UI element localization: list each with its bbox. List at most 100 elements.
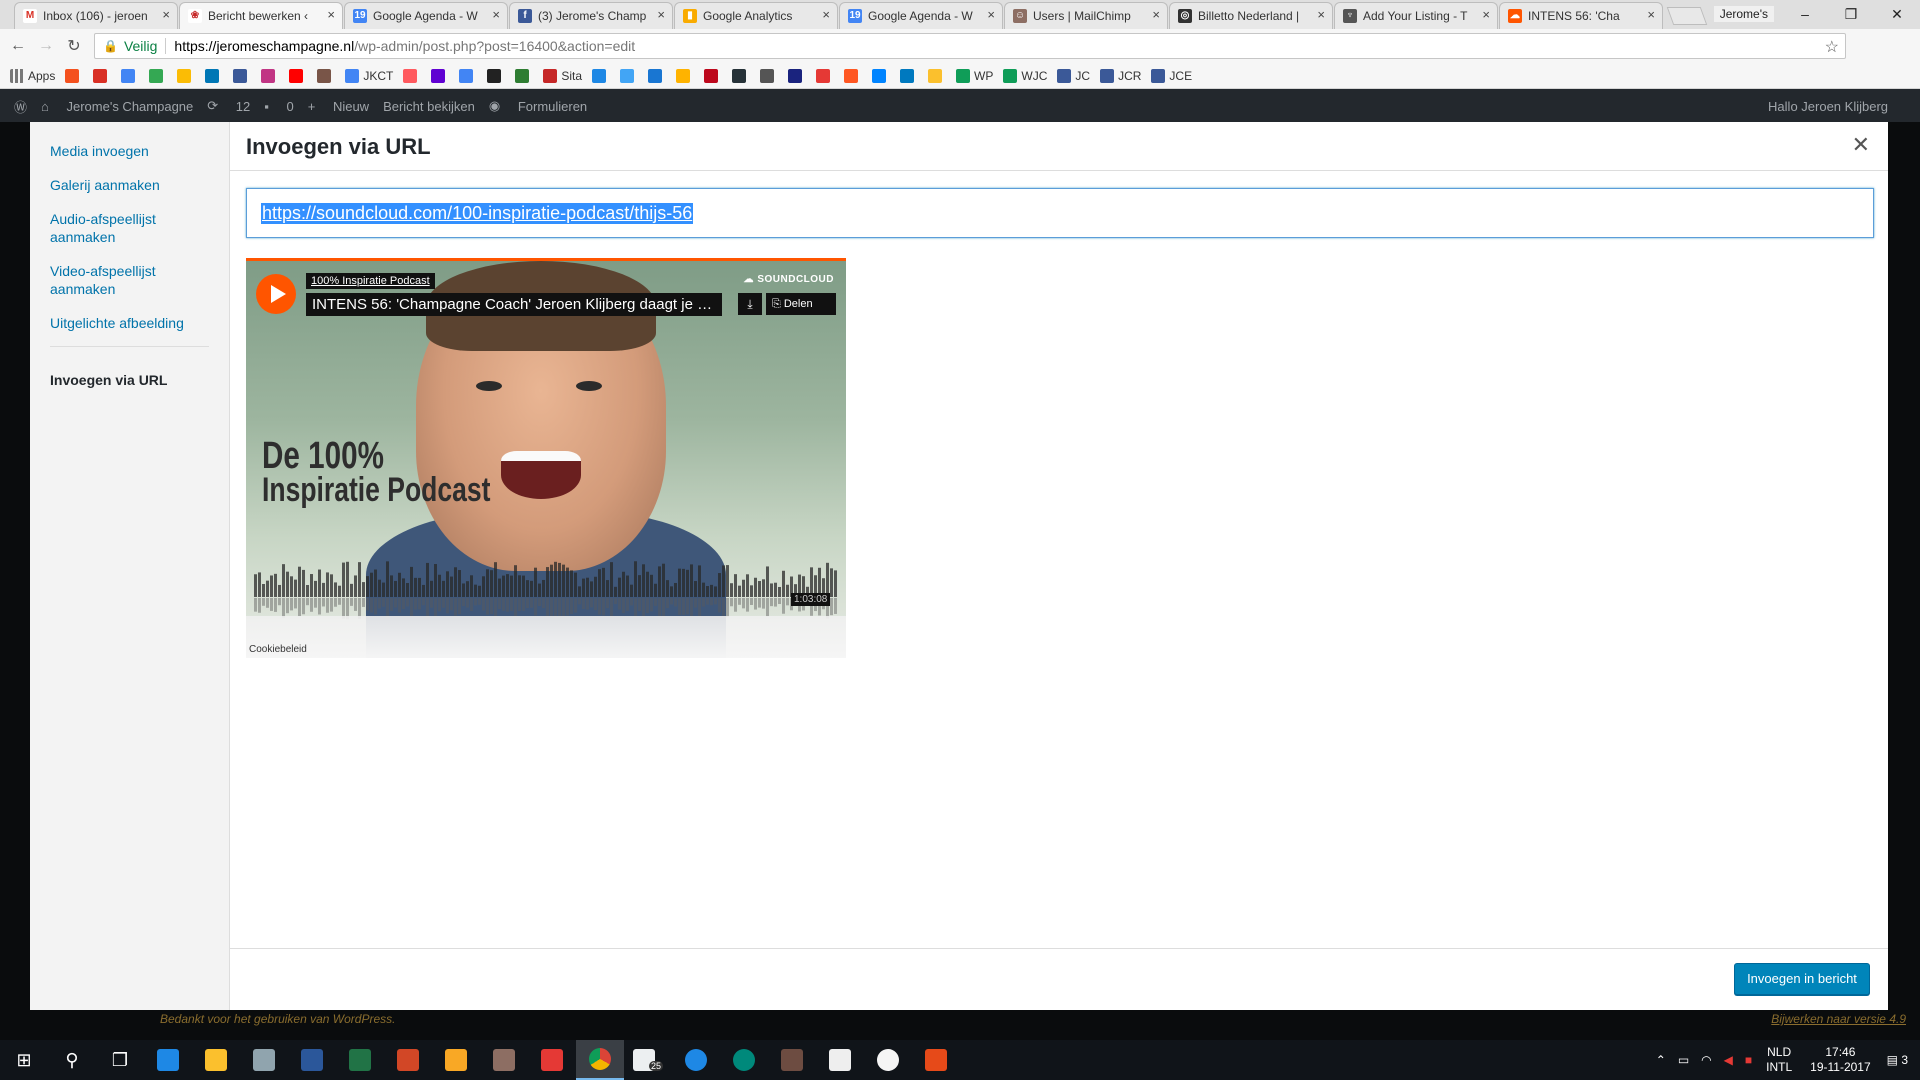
- popcorn-icon[interactable]: [528, 1040, 576, 1080]
- battery-icon[interactable]: ▭: [1678, 1053, 1689, 1067]
- bookmark-item[interactable]: [121, 68, 139, 83]
- show-hidden-icons-icon[interactable]: ⌃: [1656, 1053, 1666, 1067]
- bookmark-item[interactable]: [205, 68, 223, 83]
- close-tab-icon[interactable]: ×: [1152, 7, 1160, 22]
- edge-icon[interactable]: [144, 1040, 192, 1080]
- close-tab-icon[interactable]: ×: [987, 7, 995, 22]
- bookmark-wp[interactable]: WP: [956, 68, 993, 83]
- close-window-icon[interactable]: ✕: [1874, 0, 1920, 29]
- bookmark-item[interactable]: [459, 68, 477, 83]
- download-icon[interactable]: ⤓: [738, 293, 762, 315]
- powerpoint-icon[interactable]: [384, 1040, 432, 1080]
- search-icon[interactable]: ⚲: [48, 1040, 96, 1080]
- itunes-icon[interactable]: [864, 1040, 912, 1080]
- restore-icon[interactable]: ❐: [1828, 0, 1874, 29]
- bookmark-item[interactable]: [844, 68, 862, 83]
- menu-video-playlist[interactable]: Video-afspeellijst aanmaken: [30, 258, 229, 302]
- browser-tab[interactable]: M Inbox (106) - jeroen ×: [14, 2, 178, 29]
- bookmark-item[interactable]: [317, 68, 335, 83]
- bookmark-wjc[interactable]: WJC: [1003, 68, 1047, 83]
- bookmark-item[interactable]: [289, 68, 307, 83]
- bookmark-item[interactable]: [816, 68, 834, 83]
- close-tab-icon[interactable]: ×: [492, 7, 500, 22]
- menu-insert-media[interactable]: Media invoegen: [30, 138, 229, 164]
- menu-create-gallery[interactable]: Galerij aanmaken: [30, 172, 229, 198]
- soundcloud-logo[interactable]: ☁ SOUNDCLOUD: [744, 274, 834, 285]
- close-tab-icon[interactable]: ×: [1317, 7, 1325, 22]
- view-post-link[interactable]: Bericht bekijken: [383, 99, 475, 114]
- start-windows-icon[interactable]: ⊞: [0, 1040, 48, 1080]
- bookmark-item[interactable]: [704, 68, 722, 83]
- browser-tab[interactable]: ▮ Google Analytics ×: [674, 2, 838, 29]
- back-icon[interactable]: ←: [4, 37, 32, 55]
- browser-tab[interactable]: 19 Google Agenda - W ×: [344, 2, 508, 29]
- browser-tab[interactable]: 19 Google Agenda - W ×: [839, 2, 1003, 29]
- forward-icon[interactable]: →: [32, 37, 60, 55]
- close-tab-icon[interactable]: ×: [657, 7, 665, 22]
- bookmark-jkct[interactable]: JKCT: [345, 68, 393, 83]
- bookmark-item[interactable]: [431, 68, 449, 83]
- bookmark-apps[interactable]: Apps: [10, 68, 55, 83]
- bookmark-item[interactable]: [620, 68, 638, 83]
- close-tab-icon[interactable]: ×: [822, 7, 830, 22]
- bookmark-item[interactable]: [177, 68, 195, 83]
- bookmark-item[interactable]: [515, 68, 533, 83]
- new-tab-button[interactable]: [1666, 7, 1708, 25]
- bookmark-sita[interactable]: Sita: [543, 68, 582, 83]
- menu-audio-playlist[interactable]: Audio-afspeellijst aanmaken: [30, 206, 229, 250]
- close-tab-icon[interactable]: ×: [1647, 7, 1655, 22]
- wifi-icon[interactable]: ◠: [1701, 1053, 1711, 1067]
- task-view-icon[interactable]: ❐: [96, 1040, 144, 1080]
- account-greeting[interactable]: Hallo Jeroen Klijberg: [1768, 99, 1888, 114]
- globe-icon[interactable]: [720, 1040, 768, 1080]
- bookmark-item[interactable]: [233, 68, 251, 83]
- bookmark-jce[interactable]: JCE: [1151, 68, 1192, 83]
- file-explorer-icon[interactable]: [192, 1040, 240, 1080]
- bookmark-item[interactable]: [261, 68, 279, 83]
- bookmark-item[interactable]: [65, 68, 83, 83]
- address-bar[interactable]: 🔒 Veilig https://jeromeschampagne.nl/wp-…: [94, 33, 1846, 59]
- share-button[interactable]: ⎘ Delen: [766, 293, 836, 315]
- soundcloud-user-link[interactable]: 100% Inspiratie Podcast: [306, 273, 435, 289]
- browser-tab[interactable]: ☺ Users | MailChimp ×: [1004, 2, 1168, 29]
- forms-link[interactable]: ◉ Formulieren: [489, 98, 587, 114]
- photos-icon[interactable]: [816, 1040, 864, 1080]
- clock[interactable]: 17:46 19-11-2017: [1810, 1045, 1871, 1075]
- excel-icon[interactable]: [336, 1040, 384, 1080]
- soundcloud-embed-preview[interactable]: De 100% Inspiratie Podcast 100% Inspirati…: [246, 258, 846, 658]
- speaker-app-icon[interactable]: [912, 1040, 960, 1080]
- cloud-sync-icon[interactable]: [672, 1040, 720, 1080]
- movie-maker-icon[interactable]: [432, 1040, 480, 1080]
- close-tab-icon[interactable]: ×: [1482, 7, 1490, 22]
- wordpress-logo-icon[interactable]: Ⓦ: [14, 97, 27, 116]
- volume-muted-icon[interactable]: ◀: [1724, 1053, 1733, 1067]
- notes-icon[interactable]: [480, 1040, 528, 1080]
- browser-tab-active[interactable]: ❀ Bericht bewerken ‹ ×: [179, 2, 343, 29]
- reload-icon[interactable]: ↻: [60, 36, 88, 56]
- track-title[interactable]: INTENS 56: 'Champagne Coach' Jeroen Klij…: [306, 293, 722, 316]
- bookmark-star-icon[interactable]: ☆: [1825, 37, 1839, 57]
- bookmark-item[interactable]: [760, 68, 778, 83]
- site-name-link[interactable]: ⌂ Jerome's Champagne: [41, 99, 193, 114]
- profile-button[interactable]: Jerome's: [1713, 6, 1774, 22]
- browser-tab[interactable]: ☁ INTENS 56: 'Cha ×: [1499, 2, 1663, 29]
- menu-insert-from-url[interactable]: Invoegen via URL: [30, 367, 229, 393]
- language-indicator[interactable]: NLD INTL: [1766, 1045, 1792, 1075]
- bookmark-item[interactable]: [648, 68, 666, 83]
- bookmark-jcr[interactable]: JCR: [1100, 68, 1141, 83]
- bookmark-item[interactable]: [928, 68, 946, 83]
- update-version-link[interactable]: Bijwerken naar versie 4.9: [1771, 1012, 1906, 1026]
- notifications-icon[interactable]: ▤ 3: [1887, 1053, 1908, 1067]
- bookmark-item[interactable]: [592, 68, 610, 83]
- close-tab-icon[interactable]: ×: [162, 7, 170, 22]
- browser-tab[interactable]: f (3) Jerome's Champ ×: [509, 2, 673, 29]
- mail-icon[interactable]: 25: [624, 1040, 672, 1080]
- photo-app-icon[interactable]: [768, 1040, 816, 1080]
- updates-link[interactable]: ⟳ 12: [207, 98, 250, 114]
- browser-tab[interactable]: ◎ Billetto Nederland | ×: [1169, 2, 1333, 29]
- play-button[interactable]: [256, 274, 296, 314]
- close-tab-icon[interactable]: ×: [327, 7, 335, 22]
- bookmark-item[interactable]: [900, 68, 918, 83]
- antivirus-icon[interactable]: ■: [1745, 1053, 1752, 1067]
- browser-tab[interactable]: ♆ Add Your Listing - T ×: [1334, 2, 1498, 29]
